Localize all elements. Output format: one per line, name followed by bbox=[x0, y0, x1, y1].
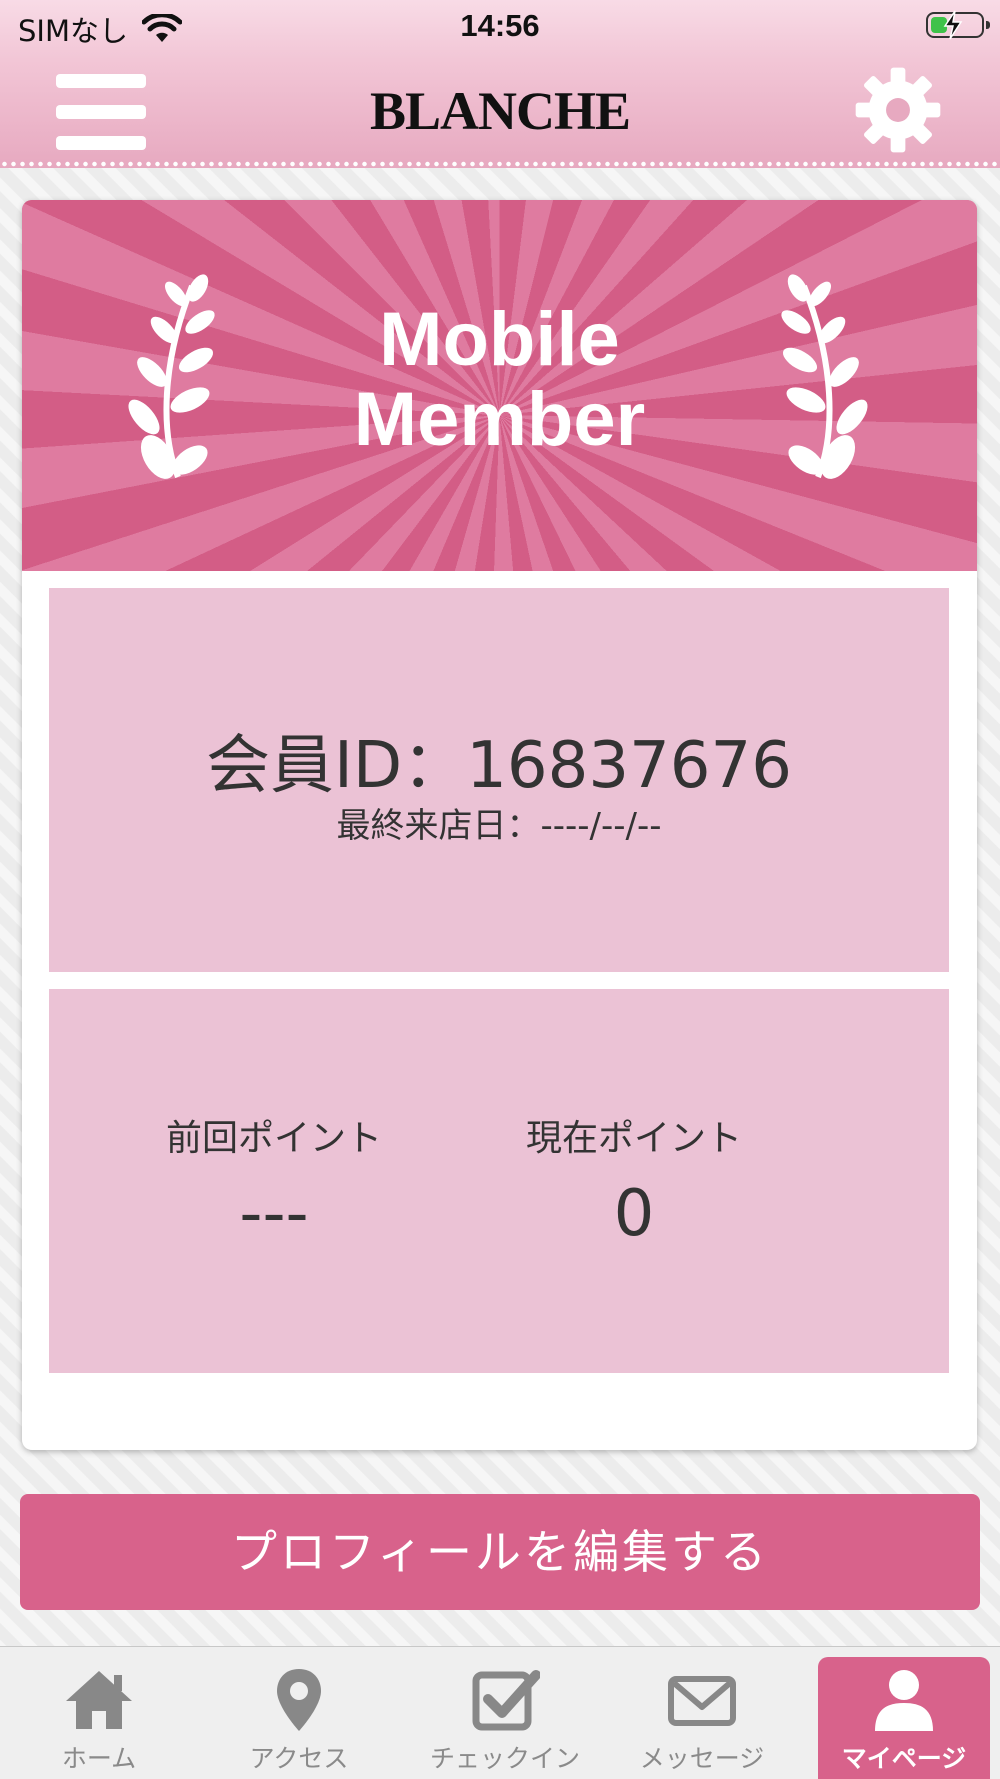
edit-profile-button[interactable]: プロフィールを編集する bbox=[20, 1494, 980, 1610]
map-pin-icon bbox=[277, 1669, 321, 1731]
home-icon bbox=[66, 1671, 132, 1729]
points-panel: 前回ポイント --- 現在ポイント 0 bbox=[49, 989, 949, 1373]
member-banner: Mobile Member bbox=[22, 200, 977, 571]
tab-home[interactable]: ホーム bbox=[4, 1647, 194, 1779]
app-header: SIMなし 14:56 BLANCHE bbox=[0, 0, 1000, 168]
member-id-panel: 会員ID：16837676 最終来店日：----/--/-- bbox=[49, 588, 949, 972]
tab-access[interactable]: アクセス bbox=[204, 1647, 394, 1779]
current-points-value: 0 bbox=[613, 1177, 655, 1251]
last-visit-date: 最終来店日：----/--/-- bbox=[336, 806, 662, 846]
laurel-icon bbox=[781, 274, 868, 479]
member-id: 会員ID：16837676 bbox=[206, 729, 792, 803]
tab-message[interactable]: メッセージ bbox=[607, 1647, 797, 1779]
tab-checkin[interactable]: チェックイン bbox=[410, 1647, 600, 1779]
gear-icon[interactable] bbox=[852, 64, 944, 156]
tab-mypage-label: マイページ bbox=[841, 1744, 967, 1773]
app-title: BLANCHE bbox=[369, 81, 631, 141]
checkbox-icon bbox=[472, 1670, 540, 1731]
status-time: 14:56 bbox=[460, 8, 540, 43]
person-icon bbox=[875, 1670, 933, 1731]
tab-access-label: アクセス bbox=[249, 1744, 349, 1773]
tab-mypage[interactable]: マイページ bbox=[818, 1657, 990, 1779]
member-card: Mobile Member 会員ID：16837676 最終来店日：----/-… bbox=[22, 200, 977, 1450]
tab-message-label: メッセージ bbox=[639, 1744, 765, 1773]
current-points-label: 現在ポイント bbox=[525, 1118, 742, 1159]
envelope-icon bbox=[668, 1676, 736, 1726]
tab-home-label: ホーム bbox=[61, 1744, 137, 1773]
battery-icon bbox=[926, 10, 990, 40]
tab-checkin-label: チェックイン bbox=[429, 1744, 580, 1773]
tab-bar: ホーム アクセス チェックイン メッセージ マイページ bbox=[0, 1646, 1000, 1779]
